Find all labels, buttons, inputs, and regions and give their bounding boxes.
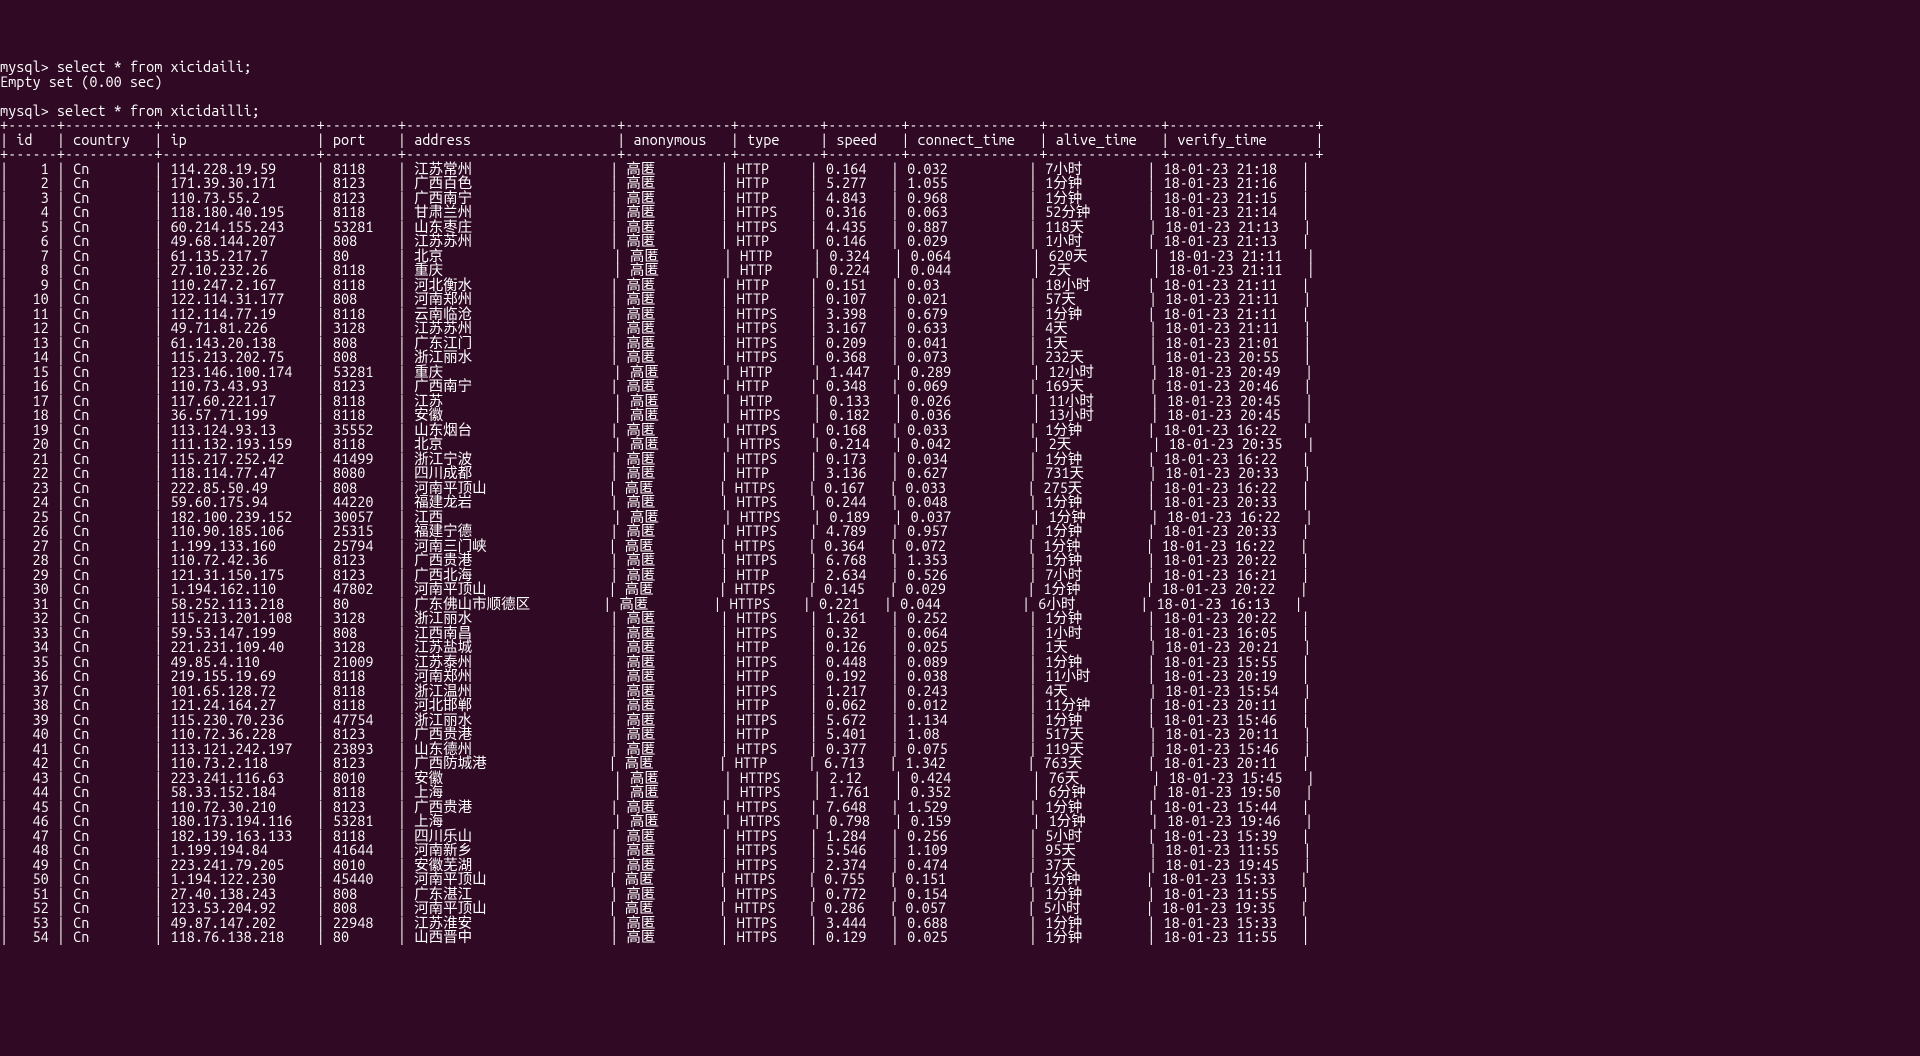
- terminal-output[interactable]: mysql> select * from xicidaili; Empty se…: [0, 60, 1920, 945]
